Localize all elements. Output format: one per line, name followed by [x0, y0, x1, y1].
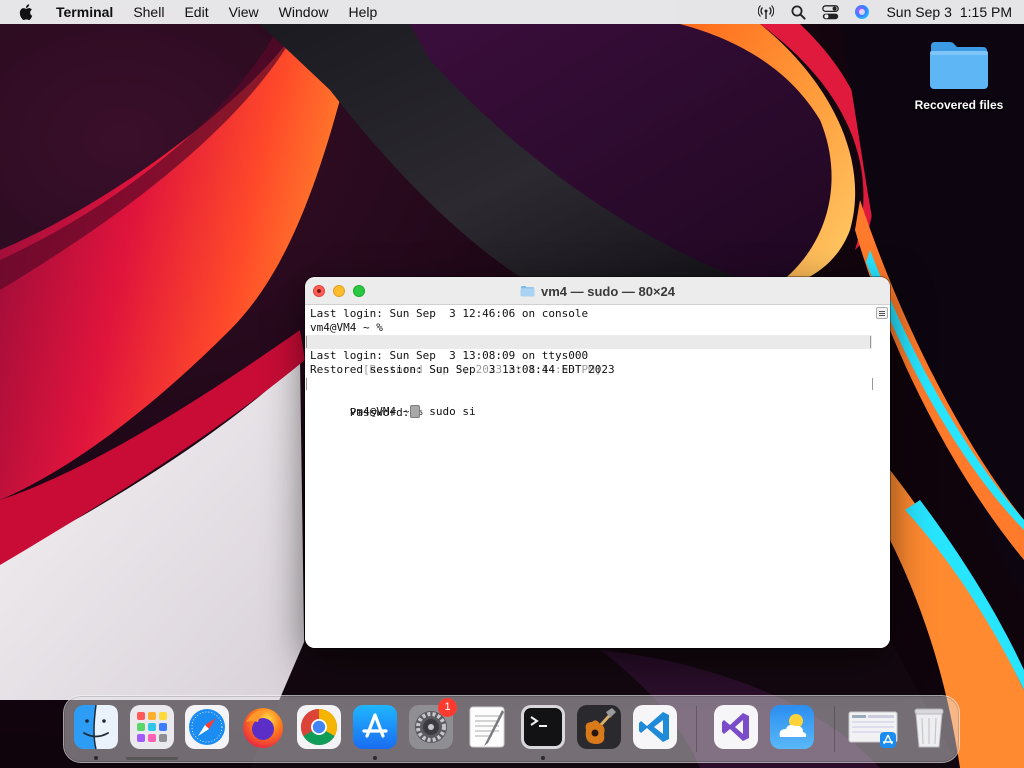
- menu-app-terminal[interactable]: Terminal: [46, 0, 123, 24]
- dock-app-store[interactable]: [352, 704, 398, 760]
- dock-vscode[interactable]: [632, 704, 678, 750]
- antenna-icon[interactable]: [750, 0, 782, 24]
- dock-terminal[interactable]: [520, 704, 566, 760]
- firefox-icon: [243, 708, 283, 748]
- dock-launchpad[interactable]: [129, 704, 175, 750]
- menu-clock[interactable]: Sun Sep 3 1:15 PM: [886, 4, 1012, 20]
- apple-menu-icon[interactable]: [6, 0, 46, 24]
- terminal-line: Last login: Sun Sep 3 12:46:06 on consol…: [310, 307, 589, 320]
- running-indicator: [94, 756, 98, 760]
- mark-bracket-right: [870, 336, 871, 348]
- dock-scroll-indicator: [126, 757, 178, 760]
- search-icon[interactable]: [782, 0, 814, 24]
- menu-view[interactable]: View: [219, 0, 269, 24]
- terminal-password-line[interactable]: Password:: [310, 391, 890, 419]
- restored-session-marker: [Restored Sep 3, 2023 at 1:14:53 PM]: [305, 335, 872, 376]
- close-icon: [317, 288, 321, 293]
- dock-chrome[interactable]: [296, 704, 342, 750]
- menu-date: Sun Sep 3: [886, 4, 952, 20]
- notification-badge: 1: [438, 698, 457, 717]
- dock-textedit[interactable]: [464, 704, 510, 750]
- app-store-icon: [353, 705, 397, 749]
- control-center-icon[interactable]: [814, 0, 846, 24]
- window-title: vm4 — sudo — 80×24: [305, 277, 890, 305]
- cursor-key-icon: [410, 405, 421, 418]
- window-title-text: vm4 — sudo — 80×24: [540, 283, 676, 299]
- dock-downloads-stack[interactable]: [848, 704, 898, 750]
- window-controls: [313, 284, 365, 297]
- dock: 1: [63, 695, 960, 763]
- garageband-icon: [577, 705, 621, 749]
- dock-trash[interactable]: [906, 704, 952, 750]
- dock-safari[interactable]: [184, 704, 230, 750]
- terminal-line: Last login: Sun Sep 3 13:08:09 on ttys00…: [310, 349, 589, 362]
- menu-edit[interactable]: Edit: [174, 0, 218, 24]
- safari-icon: [185, 705, 229, 749]
- folder-icon: [930, 42, 988, 89]
- dock-finder[interactable]: [73, 704, 119, 760]
- downloads-stack-icon: [848, 711, 898, 748]
- weather-icon: [770, 705, 814, 749]
- desktop-folder-label: Recovered files: [914, 98, 1004, 112]
- desktop-folder-recovered-files[interactable]: Recovered files: [906, 38, 1012, 112]
- menu-status-area: Sun Sep 3 1:15 PM: [750, 0, 1024, 24]
- dock-visual-studio[interactable]: [713, 704, 759, 750]
- maximize-button[interactable]: [353, 284, 365, 297]
- terminal-line: Restored session: Sun Sep 3 13:08:44 EDT…: [310, 363, 615, 376]
- terminal-line: vm4@VM4 ~ %: [310, 321, 383, 334]
- menu-help[interactable]: Help: [338, 0, 387, 24]
- mark-bracket-left: [306, 378, 307, 390]
- terminal-command-line: vm4@VM4 ~ % sudo si: [306, 377, 890, 418]
- textedit-icon: [469, 706, 505, 748]
- terminal-titlebar[interactable]: vm4 — sudo — 80×24: [305, 277, 890, 305]
- terminal-window[interactable]: vm4 — sudo — 80×24 Last login: Sun Sep 3…: [305, 277, 890, 648]
- mark-bracket-right: [872, 378, 873, 390]
- dock-weather[interactable]: [769, 704, 815, 750]
- dock-system-settings[interactable]: 1: [408, 698, 457, 750]
- close-button[interactable]: [313, 284, 325, 297]
- menu-bar: Terminal Shell Edit View Window Help Sun…: [0, 0, 1024, 24]
- dock-separator: [834, 706, 835, 752]
- finder-icon: [74, 704, 118, 750]
- chrome-icon: [297, 705, 341, 749]
- password-prompt: Password:: [349, 406, 410, 419]
- terminal-output[interactable]: Last login: Sun Sep 3 12:46:06 on consol…: [305, 305, 890, 648]
- menu-shell[interactable]: Shell: [123, 0, 174, 24]
- minimize-button[interactable]: [333, 284, 345, 297]
- dock-firefox[interactable]: [240, 704, 286, 750]
- mark-bracket-left: [306, 336, 307, 348]
- menu-time: 1:15 PM: [959, 4, 1012, 20]
- siri-icon[interactable]: [846, 0, 878, 24]
- dock-garageband[interactable]: [576, 704, 622, 750]
- launchpad-icon: [130, 705, 174, 749]
- trash-icon: [914, 708, 944, 748]
- scrollback-marks-icon[interactable]: [876, 307, 888, 319]
- dock-separator: [696, 706, 697, 752]
- terminal-icon: [521, 705, 565, 749]
- running-indicator: [541, 756, 545, 760]
- visual-studio-icon: [714, 705, 758, 749]
- running-indicator: [373, 756, 377, 760]
- menu-window[interactable]: Window: [269, 0, 339, 24]
- vscode-icon: [633, 705, 677, 749]
- folder-icon: [520, 286, 535, 297]
